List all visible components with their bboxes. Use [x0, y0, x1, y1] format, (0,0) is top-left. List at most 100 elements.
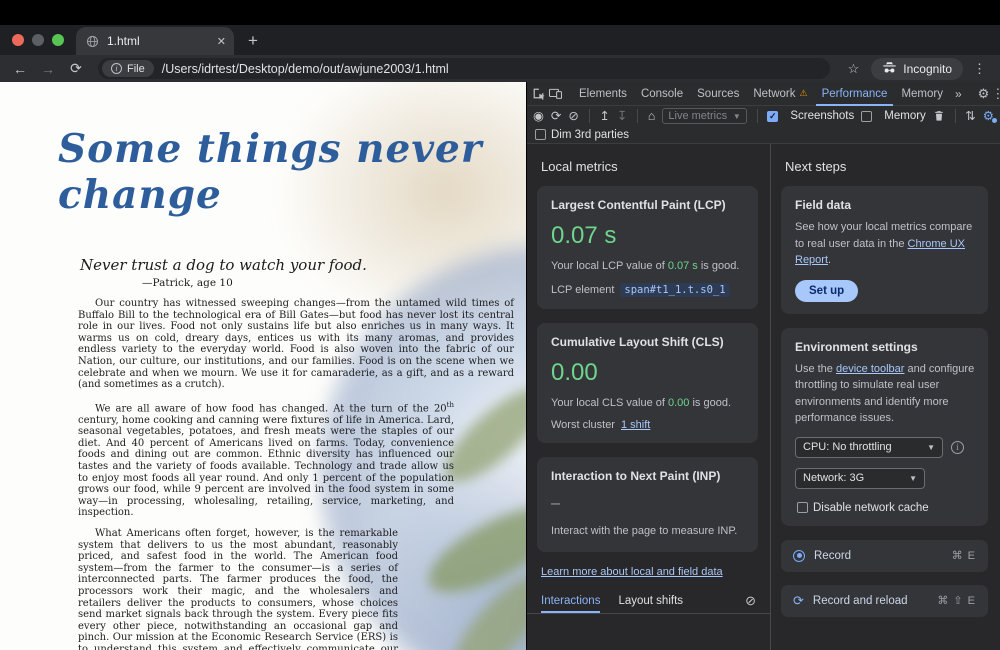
- field-data-text: See how your local metrics compare to re…: [795, 219, 976, 269]
- history-select[interactable]: Live metrics ▼: [662, 108, 746, 124]
- reload-icon[interactable]: ⟳: [64, 60, 88, 77]
- globe-favicon-icon: [86, 35, 99, 48]
- clear-log-icon[interactable]: ⊘: [745, 593, 756, 609]
- lcp-value: 0.07 s: [551, 222, 746, 250]
- cls-card: Cumulative Layout Shift (CLS) 0.00 Your …: [537, 323, 758, 444]
- record-button[interactable]: Record ⌘ E: [781, 540, 988, 572]
- record-and-reload-button[interactable]: ⟳ Record and reload ⌘ ⇧ E: [781, 585, 988, 617]
- browser-tab[interactable]: 1.html ✕: [76, 27, 234, 55]
- cpu-throttling-select[interactable]: CPU: No throttling ▼: [795, 437, 943, 458]
- load-profile-icon[interactable]: ↥: [599, 110, 609, 123]
- disable-cache-checkbox[interactable]: [797, 502, 808, 513]
- inp-title: Interaction to Next Paint (INP): [551, 469, 746, 483]
- home-icon[interactable]: ⌂: [648, 110, 656, 123]
- record-shortcut: ⌘ E: [952, 549, 976, 562]
- adjust-panels-icon[interactable]: ⇅: [965, 110, 975, 123]
- memory-checkbox[interactable]: [861, 111, 872, 122]
- environment-settings-text: Use the device toolbar and configure thr…: [795, 361, 976, 427]
- tab-performance[interactable]: Performance: [816, 82, 894, 106]
- chevron-down-icon: ▼: [901, 474, 917, 483]
- network-throttling-select[interactable]: Network: 3G ▼: [795, 468, 925, 489]
- paragraph: What Americans often forget, however, is…: [78, 528, 398, 650]
- inspect-element-icon[interactable]: [531, 83, 546, 105]
- tab-elements[interactable]: Elements: [573, 82, 633, 106]
- toolbar-options-row: Dim 3rd parties: [527, 126, 1000, 144]
- lcp-card: Largest Contentful Paint (LCP) 0.07 s Yo…: [537, 186, 758, 309]
- tab-close-icon[interactable]: ✕: [217, 35, 226, 48]
- save-profile-icon[interactable]: ↧: [617, 110, 627, 123]
- close-window-button[interactable]: [12, 34, 24, 46]
- page-info-icon: i: [111, 63, 122, 74]
- tab-console[interactable]: Console: [635, 82, 689, 106]
- file-chip-label: File: [127, 63, 145, 75]
- disable-cache-label: Disable network cache: [813, 502, 929, 514]
- back-icon[interactable]: ←: [8, 61, 32, 77]
- devtools-panel: Elements Console Sources Network⚠ Perfor…: [526, 82, 1000, 650]
- minimize-window-button[interactable]: [32, 34, 44, 46]
- clear-icon[interactable]: ⊘: [568, 110, 578, 123]
- new-tab-button[interactable]: +: [234, 31, 272, 55]
- bookmark-star-icon[interactable]: ☆: [840, 61, 868, 77]
- record-and-reload-shortcut: ⌘ ⇧ E: [937, 594, 976, 607]
- inp-value: –: [551, 495, 746, 513]
- capture-settings-icon[interactable]: ⚙: [983, 110, 994, 123]
- reload-icon: ⟳: [793, 594, 804, 607]
- dim-3rd-parties-checkbox[interactable]: [535, 129, 546, 140]
- browser-window: 1.html ✕ + ← → ⟳ i File /Users/idrtest/D…: [0, 0, 1000, 650]
- inp-description: Interact with the page to measure INP.: [551, 523, 746, 540]
- device-toolbar-link[interactable]: device toolbar: [836, 363, 905, 375]
- local-metrics-column: Local metrics Largest Contentful Paint (…: [527, 144, 771, 650]
- performance-toolbar: ◉ ⟳ ⊘ ↥ ↧ ⌂ Live metrics ▼ ✓ Screenshots…: [527, 106, 1000, 126]
- address-toolbar: ← → ⟳ i File /Users/idrtest/Desktop/demo…: [0, 55, 1000, 82]
- browser-menu-icon[interactable]: ⋮: [967, 61, 992, 77]
- next-steps-column: Next steps Field data See how your local…: [771, 144, 1000, 650]
- quote-attribution: —Patrick, age 10: [142, 277, 526, 289]
- field-data-card: Field data See how your local metrics co…: [781, 186, 988, 314]
- network-warning-icon: ⚠: [800, 88, 808, 99]
- cls-value: 0.00: [551, 359, 746, 387]
- more-tabs-icon[interactable]: »: [951, 87, 966, 101]
- cpu-info-icon[interactable]: i: [951, 441, 964, 454]
- lcp-element-label: LCP element: [551, 284, 614, 296]
- tab-memory[interactable]: Memory: [895, 82, 949, 106]
- screenshots-label: Screenshots: [790, 110, 854, 122]
- tab-sources[interactable]: Sources: [691, 82, 745, 106]
- tab-title: 1.html: [107, 34, 209, 48]
- url-text: /Users/idrtest/Desktop/demo/out/awjune20…: [162, 62, 449, 76]
- record-icon: [793, 550, 805, 562]
- local-metrics-heading: Local metrics: [541, 159, 770, 174]
- field-data-title: Field data: [795, 198, 976, 212]
- record-icon[interactable]: ◉: [533, 110, 544, 123]
- article-title: Some things never change: [58, 126, 526, 218]
- log-tab-bar: Interactions Layout shifts ⊘: [527, 590, 770, 614]
- environment-settings-card: Environment settings Use the device tool…: [781, 328, 988, 526]
- paragraph: Our country has witnessed sweeping chang…: [78, 298, 514, 391]
- tab-network[interactable]: Network⚠: [747, 82, 813, 106]
- devtools-menu-icon[interactable]: ⋮: [991, 86, 1000, 102]
- memory-label: Memory: [884, 110, 926, 122]
- tab-interactions[interactable]: Interactions: [541, 589, 600, 613]
- inp-card: Interaction to Next Paint (INP) – Intera…: [537, 457, 758, 552]
- device-toolbar-icon[interactable]: [548, 83, 563, 105]
- set-up-button[interactable]: Set up: [795, 280, 858, 302]
- learn-more-link[interactable]: Learn more about local and field data: [541, 566, 770, 578]
- url-bar[interactable]: i File /Users/idrtest/Desktop/demo/out/a…: [98, 58, 830, 79]
- collect-garbage-icon[interactable]: [933, 105, 945, 127]
- screenshots-checkbox[interactable]: ✓: [767, 111, 778, 122]
- worst-cluster-label: Worst cluster: [551, 419, 615, 431]
- zoom-window-button[interactable]: [52, 34, 64, 46]
- devtools-tab-bar: Elements Console Sources Network⚠ Perfor…: [527, 82, 1000, 106]
- record-reload-icon[interactable]: ⟳: [551, 110, 561, 123]
- lcp-title: Largest Contentful Paint (LCP): [551, 198, 746, 212]
- article-quote: Never trust a dog to watch your food.: [80, 256, 526, 274]
- chevron-down-icon: ▼: [919, 443, 935, 452]
- devtools-settings-icon[interactable]: ⚙: [978, 86, 990, 102]
- cls-description: Your local CLS value of 0.00 is good.: [551, 395, 746, 412]
- tab-layout-shifts[interactable]: Layout shifts: [618, 589, 683, 613]
- webpage-viewport: Some things never change Never trust a d…: [0, 82, 526, 650]
- window-titlebar: [0, 0, 1000, 25]
- file-scheme-chip[interactable]: i File: [102, 60, 154, 77]
- forward-icon[interactable]: →: [36, 61, 60, 77]
- worst-cluster-link[interactable]: 1 shift: [621, 419, 650, 431]
- lcp-element-link[interactable]: span#t1_1.t.s0_1: [620, 283, 729, 297]
